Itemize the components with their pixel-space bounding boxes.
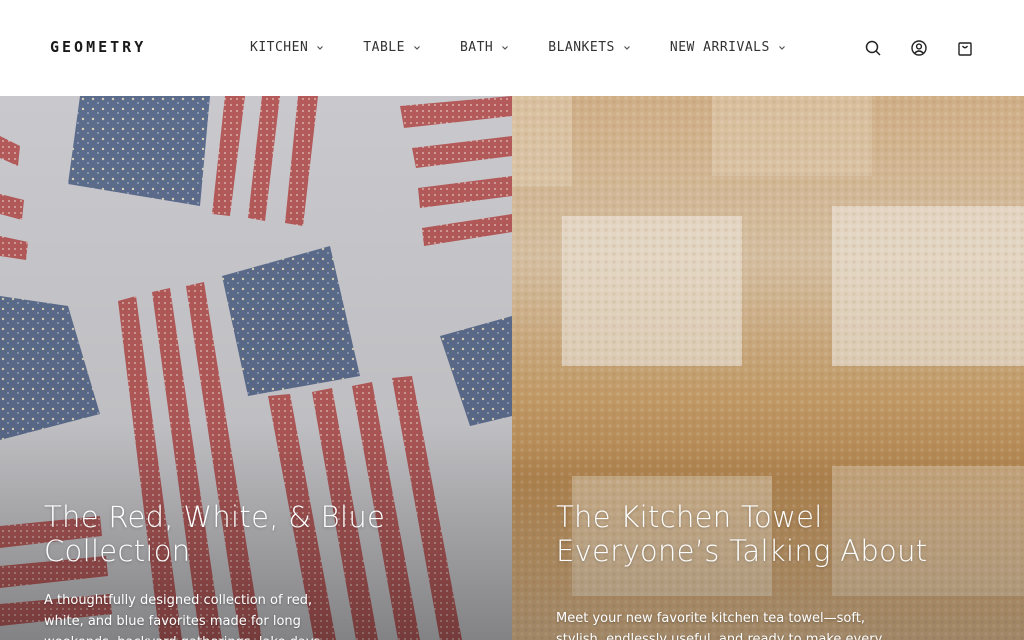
account-icon[interactable] (910, 39, 928, 57)
nav-item-table[interactable]: TABLE (363, 40, 421, 55)
nav-label: BLANKETS (548, 40, 615, 55)
search-icon[interactable] (864, 39, 882, 57)
nav-label: NEW ARRIVALS (669, 40, 770, 55)
site-header: GEOMETRY KITCHEN TABLE BATH BLANKETS NEW… (0, 0, 1024, 96)
chevron-down-icon (623, 44, 631, 52)
cart-icon[interactable] (956, 39, 974, 57)
site-logo[interactable]: GEOMETRY (50, 38, 146, 56)
hero-right-title-line2[interactable]: Everyone’s Talking About (556, 534, 956, 568)
nav-label: KITCHEN (250, 40, 309, 55)
hero-left-text: The Red, White, & Blue Collection A thou… (44, 500, 512, 640)
hero-right-title-line1[interactable]: The Kitchen Towel (556, 500, 956, 534)
main-nav: KITCHEN TABLE BATH BLANKETS NEW ARRIVALS (250, 40, 825, 55)
chevron-down-icon (413, 44, 421, 52)
hero-left-panel[interactable]: The Red, White, & Blue Collection A thou… (0, 96, 512, 640)
hero-left-title[interactable]: The Red, White, & Blue Collection (44, 500, 512, 568)
chevron-down-icon (501, 44, 509, 52)
nav-item-blankets[interactable]: BLANKETS (548, 40, 631, 55)
nav-item-kitchen[interactable]: KITCHEN (250, 40, 324, 55)
chevron-down-icon (316, 44, 324, 52)
hero-right-text: The Kitchen Towel Everyone’s Talking Abo… (556, 500, 956, 640)
chevron-down-icon (778, 44, 786, 52)
nav-label: BATH (459, 40, 494, 55)
hero-right-description: Meet your new favorite kitchen tea towel… (556, 611, 883, 640)
hero-left-description: A thoughtfully designed collection of re… (44, 593, 324, 640)
hero-right-panel[interactable]: The Kitchen Towel Everyone’s Talking Abo… (512, 96, 1024, 640)
nav-item-new-arrivals[interactable]: NEW ARRIVALS (670, 40, 786, 55)
header-icons (836, 39, 974, 57)
nav-label: TABLE (363, 40, 405, 55)
nav-item-bath[interactable]: BATH (460, 40, 509, 55)
